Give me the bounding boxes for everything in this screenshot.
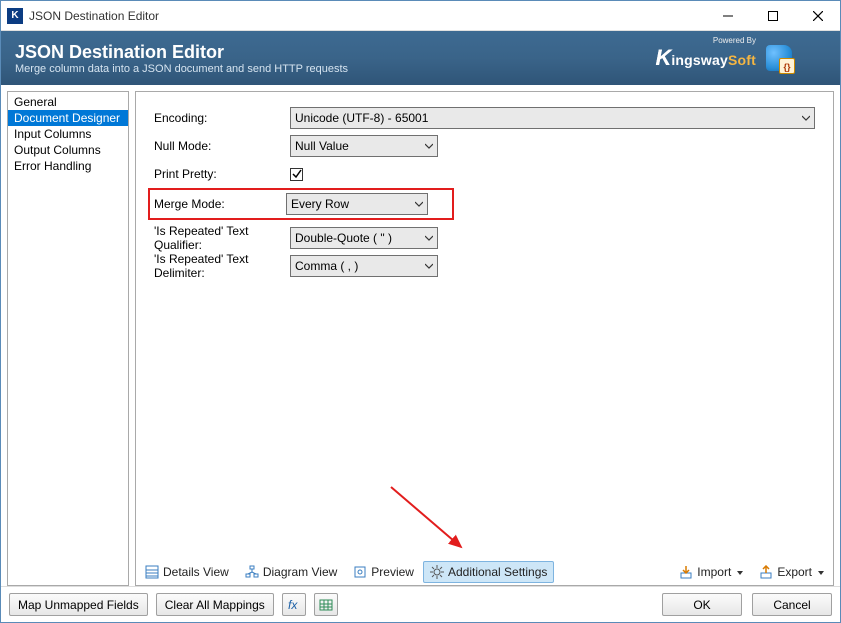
export-button[interactable]: Export: [752, 561, 831, 583]
map-unmapped-fields-button[interactable]: Map Unmapped Fields: [9, 593, 148, 616]
window: K JSON Destination Editor JSON Destinati…: [0, 0, 841, 623]
sidebar-item-document-designer[interactable]: Document Designer: [8, 110, 128, 126]
clear-all-mappings-button[interactable]: Clear All Mappings: [156, 593, 274, 616]
chevron-down-icon: [415, 197, 423, 211]
annotation-arrow: [386, 482, 476, 562]
repeat-delimiter-select[interactable]: Comma ( , ): [290, 255, 438, 277]
repeat-qualifier-label: 'Is Repeated' Text Qualifier:: [154, 224, 290, 252]
cancel-button[interactable]: Cancel: [752, 593, 832, 616]
fx-icon: fx: [287, 598, 301, 612]
null-mode-label: Null Mode:: [154, 139, 290, 153]
table-icon: [319, 598, 333, 612]
row-print-pretty: Print Pretty:: [154, 160, 815, 188]
encoding-select[interactable]: Unicode (UTF-8) - 65001: [290, 107, 815, 129]
dropdown-arrow-icon: [818, 565, 824, 579]
row-merge-mode: Merge Mode: Every Row: [154, 192, 448, 216]
brand-logo: K ingsway Soft: [655, 45, 756, 71]
diagram-view-button[interactable]: Diagram View: [238, 561, 344, 583]
body: General Document Designer Input Columns …: [1, 85, 840, 586]
main-toolbar: Details View Diagram View Preview Additi…: [136, 561, 833, 585]
gear-icon: [430, 565, 444, 579]
preview-button[interactable]: Preview: [346, 561, 421, 583]
export-icon: [759, 565, 773, 579]
fx-button[interactable]: fx: [282, 593, 306, 616]
diagram-view-icon: [245, 565, 259, 579]
row-repeat-qualifier: 'Is Repeated' Text Qualifier: Double-Quo…: [154, 224, 815, 252]
merge-mode-highlight: Merge Mode: Every Row: [148, 188, 454, 220]
maximize-button[interactable]: [750, 1, 795, 30]
details-view-icon: [145, 565, 159, 579]
row-repeat-delimiter: 'Is Repeated' Text Delimiter: Comma ( , …: [154, 252, 815, 280]
svg-text:fx: fx: [288, 598, 298, 612]
brand-area: Powered By K ingsway Soft {}: [655, 45, 792, 71]
import-button[interactable]: Import: [672, 561, 750, 583]
encoding-label: Encoding:: [154, 111, 290, 125]
window-controls: [705, 1, 840, 30]
app-icon: K: [7, 8, 23, 24]
import-icon: [679, 565, 693, 579]
repeat-delimiter-label: 'Is Repeated' Text Delimiter:: [154, 252, 290, 280]
repeat-qualifier-select[interactable]: Double-Quote ( " ): [290, 227, 438, 249]
chevron-down-icon: [425, 139, 433, 153]
sidebar-item-general[interactable]: General: [8, 94, 128, 110]
row-encoding: Encoding: Unicode (UTF-8) - 65001: [154, 104, 815, 132]
sidebar-item-error-handling[interactable]: Error Handling: [8, 158, 128, 174]
chevron-down-icon: [802, 111, 810, 125]
window-title: JSON Destination Editor: [29, 9, 705, 23]
titlebar: K JSON Destination Editor: [1, 1, 840, 31]
form-area: Encoding: Unicode (UTF-8) - 65001 Null M…: [136, 92, 833, 561]
chevron-down-icon: [425, 231, 433, 245]
header-band: JSON Destination Editor Merge column dat…: [1, 31, 840, 85]
print-pretty-checkbox[interactable]: [290, 168, 303, 181]
additional-settings-button[interactable]: Additional Settings: [423, 561, 554, 583]
merge-mode-select[interactable]: Every Row: [286, 193, 428, 215]
page-subtitle: Merge column data into a JSON document a…: [15, 63, 348, 75]
details-view-button[interactable]: Details View: [138, 561, 236, 583]
sidebar-item-output-columns[interactable]: Output Columns: [8, 142, 128, 158]
json-globe-icon: {}: [766, 45, 792, 71]
main-panel: Encoding: Unicode (UTF-8) - 65001 Null M…: [135, 91, 834, 586]
merge-mode-label: Merge Mode:: [154, 197, 286, 211]
close-button[interactable]: [795, 1, 840, 30]
table-button[interactable]: [314, 593, 338, 616]
footer: Map Unmapped Fields Clear All Mappings f…: [1, 586, 840, 622]
row-null-mode: Null Mode: Null Value: [154, 132, 815, 160]
chevron-down-icon: [425, 259, 433, 273]
preview-icon: [353, 565, 367, 579]
null-mode-select[interactable]: Null Value: [290, 135, 438, 157]
print-pretty-label: Print Pretty:: [154, 167, 290, 181]
dropdown-arrow-icon: [737, 565, 743, 579]
minimize-button[interactable]: [705, 1, 750, 30]
sidebar: General Document Designer Input Columns …: [7, 91, 129, 586]
sidebar-item-input-columns[interactable]: Input Columns: [8, 126, 128, 142]
ok-button[interactable]: OK: [662, 593, 742, 616]
page-title: JSON Destination Editor: [15, 42, 348, 63]
brand-powered-label: Powered By: [713, 36, 756, 45]
